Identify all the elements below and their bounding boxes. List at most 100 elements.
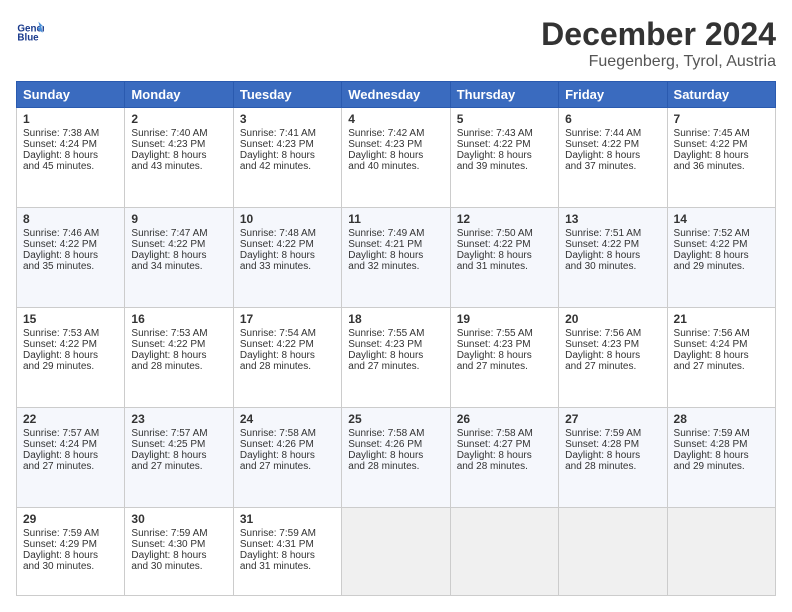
day-number: 31 <box>240 512 335 526</box>
day-info: Sunset: 4:22 PM <box>23 339 118 350</box>
day-info: and 28 minutes. <box>457 461 552 472</box>
day-info: and 40 minutes. <box>348 161 443 172</box>
calendar-cell: 16Sunrise: 7:53 AMSunset: 4:22 PMDayligh… <box>125 308 233 408</box>
day-info: Sunrise: 7:59 AM <box>565 428 660 439</box>
col-sunday: Sunday <box>17 82 125 108</box>
day-info: Sunset: 4:22 PM <box>674 139 769 150</box>
calendar-cell: 30Sunrise: 7:59 AMSunset: 4:30 PMDayligh… <box>125 508 233 596</box>
day-info: Sunset: 4:23 PM <box>131 139 226 150</box>
day-info: Daylight: 8 hours <box>457 350 552 361</box>
svg-text:Blue: Blue <box>17 33 39 44</box>
day-number: 18 <box>348 312 443 326</box>
day-info: Sunset: 4:22 PM <box>565 139 660 150</box>
day-info: Sunrise: 7:53 AM <box>131 328 226 339</box>
day-number: 9 <box>131 212 226 226</box>
day-info: Daylight: 8 hours <box>674 250 769 261</box>
day-number: 21 <box>674 312 769 326</box>
subtitle: Fuegenberg, Tyrol, Austria <box>541 53 776 71</box>
day-info: Sunrise: 7:42 AM <box>348 128 443 139</box>
day-info: Sunrise: 7:44 AM <box>565 128 660 139</box>
day-info: and 28 minutes. <box>131 361 226 372</box>
day-info: Sunset: 4:28 PM <box>565 439 660 450</box>
day-info: Daylight: 8 hours <box>131 250 226 261</box>
day-info: and 37 minutes. <box>565 161 660 172</box>
day-info: Daylight: 8 hours <box>348 450 443 461</box>
calendar-cell: 2 Sunrise: 7:40 AMSunset: 4:23 PMDaylight… <box>125 108 233 208</box>
day-info: Sunset: 4:23 PM <box>565 339 660 350</box>
day-info: Daylight: 8 hours <box>457 250 552 261</box>
day-info: and 30 minutes. <box>565 261 660 272</box>
day-info: and 27 minutes. <box>565 361 660 372</box>
day-info: Sunrise: 7:38 AM <box>23 128 118 139</box>
day-number: 2 <box>131 112 226 126</box>
calendar-cell: 17 Sunrise: 7:54 AMSunset: 4:22 PMDayligh… <box>233 308 341 408</box>
calendar-cell: 23Sunrise: 7:57 AMSunset: 4:25 PMDayligh… <box>125 408 233 508</box>
day-info: and 33 minutes. <box>240 261 335 272</box>
day-info: Sunset: 4:22 PM <box>131 239 226 250</box>
day-info: Sunset: 4:22 PM <box>457 239 552 250</box>
col-wednesday: Wednesday <box>342 82 450 108</box>
day-info: Daylight: 8 hours <box>23 250 118 261</box>
day-info: and 36 minutes. <box>674 161 769 172</box>
calendar-cell: 4Sunrise: 7:42 AMSunset: 4:23 PMDaylight… <box>342 108 450 208</box>
day-info: Sunrise: 7:57 AM <box>23 428 118 439</box>
day-info: Daylight: 8 hours <box>565 450 660 461</box>
day-info: and 43 minutes. <box>131 161 226 172</box>
day-info: Daylight: 8 hours <box>674 150 769 161</box>
calendar-cell: 1Sunrise: 7:38 AMSunset: 4:24 PMDaylight… <box>17 108 125 208</box>
day-info: Sunrise: 7:57 AM <box>131 428 226 439</box>
calendar-table: Sunday Monday Tuesday Wednesday Thursday… <box>16 81 776 596</box>
day-info: Daylight: 8 hours <box>565 250 660 261</box>
day-info: and 27 minutes. <box>131 461 226 472</box>
title-block: December 2024 Fuegenberg, Tyrol, Austria <box>541 16 776 71</box>
day-info: and 28 minutes. <box>348 461 443 472</box>
day-info: Sunset: 4:26 PM <box>348 439 443 450</box>
day-number: 27 <box>565 412 660 426</box>
day-number: 28 <box>674 412 769 426</box>
day-info: Sunrise: 7:40 AM <box>131 128 226 139</box>
day-info: Daylight: 8 hours <box>131 150 226 161</box>
day-info: Sunrise: 7:59 AM <box>240 528 335 539</box>
day-info: Daylight: 8 hours <box>457 450 552 461</box>
day-number: 23 <box>131 412 226 426</box>
day-info: Sunrise: 7:58 AM <box>348 428 443 439</box>
day-number: 13 <box>565 212 660 226</box>
day-number: 29 <box>23 512 118 526</box>
day-info: Daylight: 8 hours <box>23 550 118 561</box>
day-info: Daylight: 8 hours <box>240 450 335 461</box>
day-info: and 27 minutes. <box>348 361 443 372</box>
day-info: Daylight: 8 hours <box>240 350 335 361</box>
day-info: Sunset: 4:22 PM <box>457 139 552 150</box>
day-info: Sunset: 4:22 PM <box>240 339 335 350</box>
day-info: and 29 minutes. <box>23 361 118 372</box>
day-info: Sunset: 4:27 PM <box>457 439 552 450</box>
main-title: December 2024 <box>541 16 776 53</box>
day-info: Daylight: 8 hours <box>565 350 660 361</box>
day-info: Sunrise: 7:54 AM <box>240 328 335 339</box>
day-number: 7 <box>674 112 769 126</box>
day-info: and 29 minutes. <box>674 461 769 472</box>
day-info: Daylight: 8 hours <box>131 550 226 561</box>
day-info: Sunset: 4:23 PM <box>348 339 443 350</box>
day-number: 12 <box>457 212 552 226</box>
day-info: and 28 minutes. <box>240 361 335 372</box>
day-info: Daylight: 8 hours <box>240 150 335 161</box>
day-number: 1 <box>23 112 118 126</box>
day-info: Sunset: 4:31 PM <box>240 539 335 550</box>
day-info: Sunrise: 7:59 AM <box>131 528 226 539</box>
day-info: and 30 minutes. <box>131 561 226 572</box>
day-number: 25 <box>348 412 443 426</box>
day-number: 24 <box>240 412 335 426</box>
day-info: Sunset: 4:22 PM <box>131 339 226 350</box>
day-info: and 42 minutes. <box>240 161 335 172</box>
day-info: and 34 minutes. <box>131 261 226 272</box>
day-info: and 29 minutes. <box>674 261 769 272</box>
day-number: 6 <box>565 112 660 126</box>
day-info: Sunrise: 7:59 AM <box>674 428 769 439</box>
day-info: Sunset: 4:22 PM <box>565 239 660 250</box>
day-number: 14 <box>674 212 769 226</box>
day-info: Sunrise: 7:58 AM <box>240 428 335 439</box>
day-number: 17 <box>240 312 335 326</box>
day-info: and 27 minutes. <box>23 461 118 472</box>
col-monday: Monday <box>125 82 233 108</box>
